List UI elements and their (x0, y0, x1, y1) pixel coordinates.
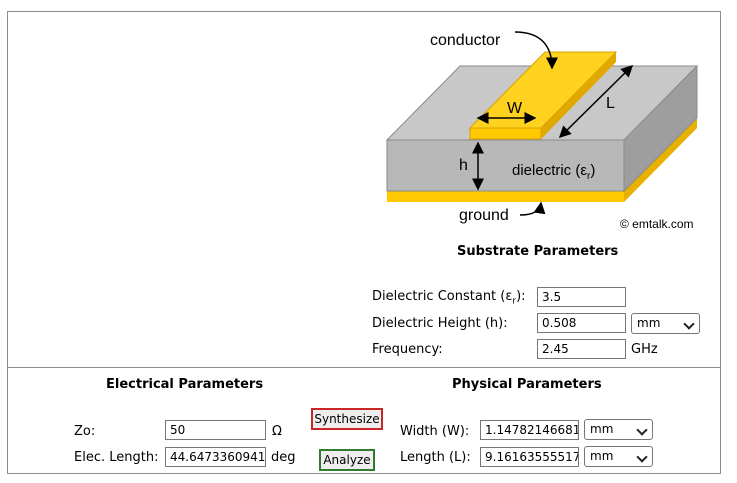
substrate-title: Substrate Parameters (457, 244, 619, 259)
elec-length-label: Elec. Length: (74, 450, 159, 465)
chevron-down-icon (683, 318, 695, 330)
conductor-label: conductor (430, 32, 501, 49)
length-unit-value: mm (590, 449, 614, 463)
frequency-label: Frequency: (372, 342, 443, 357)
elec-length-input[interactable]: 44.6473360941823 (165, 447, 266, 467)
conductor-front (469, 127, 542, 140)
physical-title: Physical Parameters (452, 377, 602, 392)
width-unit-value: mm (590, 422, 614, 436)
length-label: L (606, 95, 615, 112)
frequency-unit: GHz (631, 342, 658, 357)
ground-label: ground (459, 207, 509, 224)
electrical-title: Electrical Parameters (106, 377, 264, 392)
analyze-button[interactable]: Analyze (319, 449, 375, 471)
ground-pointer-arrow (519, 201, 546, 216)
copyright-text: © emtalk.com (620, 217, 694, 231)
length-param-label: Length (L): (400, 450, 471, 465)
zo-input[interactable]: 50 (165, 420, 266, 440)
length-input[interactable]: 9.16163555517861 (480, 447, 579, 467)
dielectric-height-unit-select[interactable]: mm (631, 313, 700, 334)
dielectric-constant-input[interactable]: 3.5 (537, 287, 626, 307)
width-param-label: Width (W): (400, 424, 470, 439)
ground-plane-front (387, 191, 624, 202)
zo-label: Zo: (74, 424, 96, 439)
dielectric-height-label: Dielectric Height (h): (372, 316, 508, 331)
dielectric-constant-label: Dielectric Constant (εr): (372, 289, 526, 307)
height-label: h (459, 157, 468, 174)
width-label: W (507, 100, 523, 117)
synthesize-button[interactable]: Synthesize (311, 408, 383, 430)
chevron-down-icon (636, 451, 648, 463)
frequency-input[interactable]: 2.45 (537, 339, 626, 359)
dielectric-height-unit-value: mm (637, 316, 661, 330)
length-unit-select[interactable]: mm (584, 446, 653, 467)
elec-length-unit: deg (271, 450, 296, 465)
zo-unit: Ω (272, 424, 282, 439)
dielectric-height-input[interactable]: 0.508 (537, 313, 626, 333)
chevron-down-icon (636, 424, 648, 436)
microstrip-diagram: conductor W L h dielectric (εr) ground ©… (385, 31, 699, 231)
width-input[interactable]: 1.14782146681894 (480, 420, 579, 440)
section-divider (7, 367, 721, 368)
dielectric-front (386, 139, 625, 192)
width-unit-select[interactable]: mm (584, 419, 653, 440)
